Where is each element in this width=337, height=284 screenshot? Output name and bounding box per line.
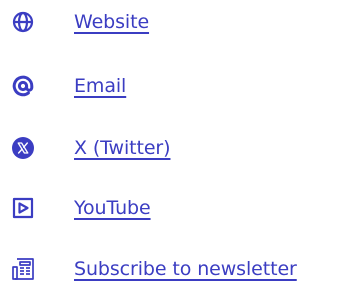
globe-icon <box>11 10 35 34</box>
newsletter-link[interactable]: Subscribe to newsletter <box>74 255 297 283</box>
at-sign-icon <box>11 74 35 98</box>
newspaper-icon <box>11 257 35 281</box>
x-twitter-link[interactable]: X (Twitter) <box>74 134 171 162</box>
play-box-icon <box>11 196 35 220</box>
youtube-link[interactable]: YouTube <box>74 194 151 222</box>
email-link[interactable]: Email <box>74 72 126 100</box>
website-link[interactable]: Website <box>74 8 149 36</box>
x-logo-icon <box>11 136 35 160</box>
